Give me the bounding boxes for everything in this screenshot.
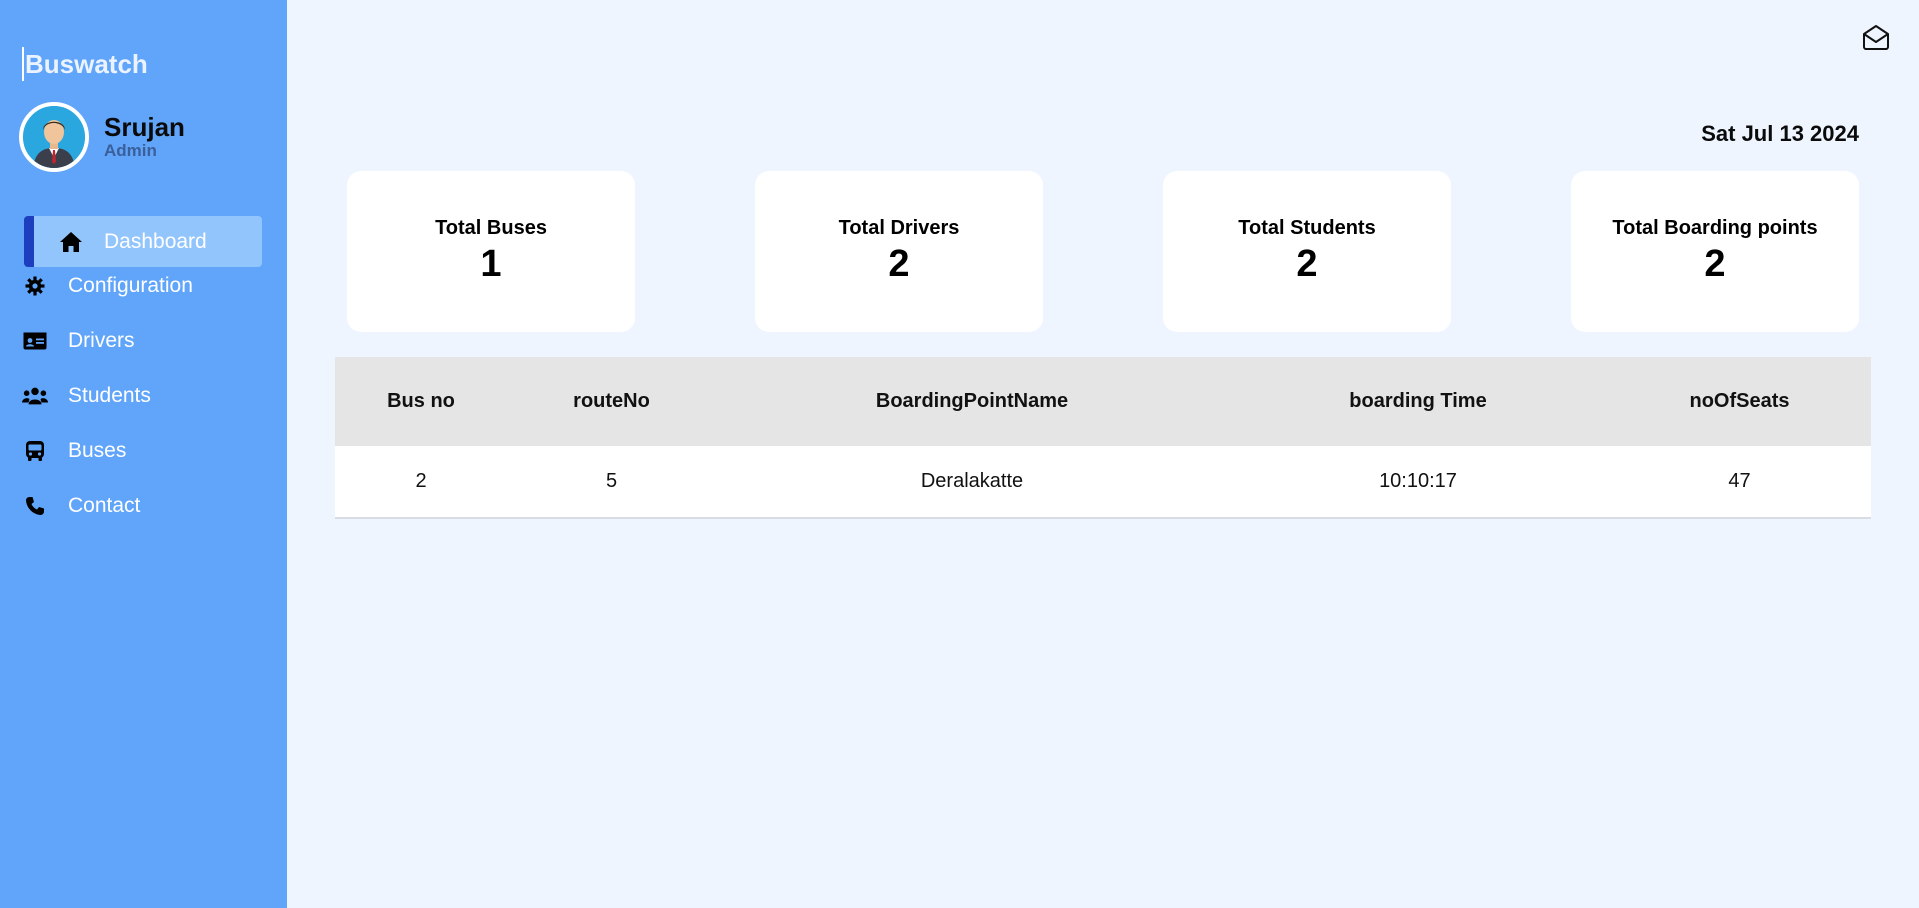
cell-no-of-seats: 47 bbox=[1728, 470, 1751, 492]
nav-item-label: Configuration bbox=[68, 274, 193, 297]
stat-card-total-buses: Total Buses 1 bbox=[347, 171, 635, 332]
avatar bbox=[19, 102, 89, 172]
cell-boarding-time: 10:10:17 bbox=[1379, 470, 1457, 492]
user-profile: Srujan Admin bbox=[19, 102, 185, 172]
brand-title: Buswatch bbox=[22, 47, 148, 81]
nav-item-label: Dashboard bbox=[104, 229, 207, 253]
bus-icon bbox=[22, 438, 48, 464]
nav-item-dashboard[interactable]: Dashboard bbox=[24, 216, 262, 267]
users-icon bbox=[22, 383, 48, 409]
cell-boarding-point-name: Deralakatte bbox=[920, 470, 1024, 492]
current-date: Sat Jul 13 2024 bbox=[1701, 121, 1859, 146]
nav-item-label: Buses bbox=[68, 439, 127, 462]
id-card-icon bbox=[22, 328, 48, 354]
table-header-row: Bus no routeNo BoardingPointName boardin… bbox=[335, 357, 1871, 446]
nav-item-label: Students bbox=[68, 384, 151, 407]
gear-icon bbox=[22, 273, 48, 299]
boarding-table: Bus no routeNo BoardingPointName boardin… bbox=[335, 357, 1871, 519]
stat-title: Total Drivers bbox=[838, 217, 960, 239]
stat-value: 1 bbox=[480, 243, 502, 285]
phone-icon bbox=[22, 493, 48, 519]
column-header-route-no: routeNo bbox=[573, 390, 650, 412]
user-name: Srujan bbox=[104, 112, 185, 142]
stat-value: 2 bbox=[1296, 243, 1318, 285]
column-header-boarding-point-name: BoardingPointName bbox=[875, 390, 1069, 412]
app-root: Buswatch Srujan Admin Dashboard Configur… bbox=[0, 0, 1919, 908]
user-role: Admin bbox=[104, 141, 157, 160]
stat-card-total-students: Total Students 2 bbox=[1163, 171, 1451, 332]
stat-value: 2 bbox=[1704, 243, 1726, 285]
stat-card-total-drivers: Total Drivers 2 bbox=[755, 171, 1043, 332]
cell-route-no: 5 bbox=[605, 470, 618, 492]
nav-item-buses[interactable]: Buses bbox=[22, 431, 126, 471]
stat-title: Total Students bbox=[1238, 217, 1376, 239]
stat-card-total-boarding-points: Total Boarding points 2 bbox=[1571, 171, 1859, 332]
nav-item-drivers[interactable]: Drivers bbox=[22, 321, 135, 361]
nav-item-configuration[interactable]: Configuration bbox=[22, 266, 193, 306]
nav-item-label: Drivers bbox=[68, 329, 135, 352]
sidebar: Buswatch Srujan Admin Dashboard Configur… bbox=[0, 0, 287, 908]
stat-value: 2 bbox=[888, 243, 910, 285]
column-header-bus-no: Bus no bbox=[387, 390, 455, 412]
nav-item-students[interactable]: Students bbox=[22, 376, 151, 416]
column-header-boarding-time: boarding Time bbox=[1349, 390, 1487, 412]
nav-item-label: Contact bbox=[68, 494, 141, 517]
stat-title: Total Boarding points bbox=[1612, 217, 1818, 239]
column-header-no-of-seats: noOfSeats bbox=[1689, 390, 1790, 412]
table-row[interactable]: 2 5 Deralakatte 10:10:17 47 bbox=[335, 446, 1871, 517]
nav-item-contact[interactable]: Contact bbox=[22, 486, 140, 526]
home-icon bbox=[58, 229, 84, 255]
stat-title: Total Buses bbox=[435, 217, 547, 239]
cell-bus-no: 2 bbox=[415, 470, 427, 492]
envelope-open-icon[interactable] bbox=[1862, 24, 1890, 50]
